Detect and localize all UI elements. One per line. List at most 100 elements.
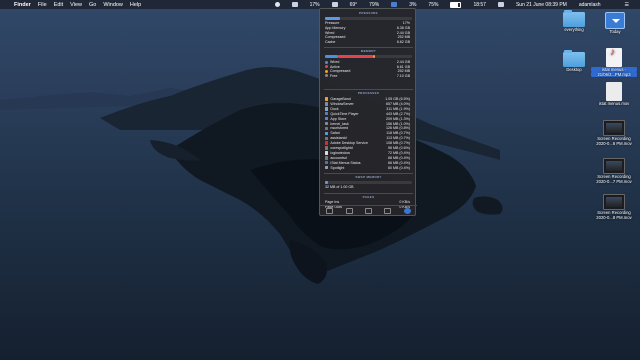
istat-memory-panel: PRESSURE Pressure 17% App Memory 6.38 GB W… (319, 8, 417, 216)
memory-breakdown-name: Compressed (330, 69, 351, 74)
desktop-icon-label: Desktop (566, 67, 582, 72)
divider (324, 193, 413, 194)
process-memory: 60 MB (0.4%) (388, 165, 410, 170)
process-name: WindowServer (330, 101, 354, 106)
pages-section-title: PAGES (362, 195, 375, 199)
process-name: Dock (330, 106, 339, 111)
user-name[interactable]: adamlash (579, 2, 601, 8)
pressure-bar-fill (325, 17, 340, 20)
folder-icon (563, 50, 585, 67)
process-name: QuickTime Player (330, 111, 359, 116)
adobe-icon (325, 141, 329, 145)
memory-breakdown-label: Free (325, 74, 337, 79)
disk-tab-icon[interactable] (364, 207, 372, 214)
appstore-icon (325, 116, 329, 121)
desktop-icon-label-line2: 2020-0...7 PM.mov (596, 179, 632, 184)
desktop-icon-screen-recording[interactable]: Screen Recording 2020-0...6 PM.mov (591, 120, 637, 146)
process-name: nsurlstored (330, 126, 349, 131)
desktop-icon-screen-recording[interactable]: Screen Recording 2020-0...7 PM.mov (591, 158, 637, 184)
network-tab-icon[interactable] (384, 207, 392, 214)
istat-icon (325, 161, 329, 165)
memory-tab-icon[interactable] (345, 207, 353, 214)
divider (324, 173, 413, 174)
process-name: App Store (330, 116, 347, 121)
battery-icon[interactable] (450, 1, 462, 8)
swap-section-title: SWAP MEMORY (355, 175, 382, 179)
process-name: assistantd (330, 136, 347, 141)
safari-icon (325, 131, 329, 136)
pressure-bar (325, 17, 412, 20)
legend-dot-icon (325, 74, 328, 78)
desktop-icon-label: Today (609, 29, 621, 34)
memory-bar-wired (325, 55, 339, 58)
swap-bar (325, 181, 412, 184)
network-status[interactable]: 18:57 (473, 2, 486, 8)
pressure-section-title: PRESSURE (359, 11, 378, 15)
status-circle-icon[interactable] (274, 2, 280, 7)
divider (324, 47, 413, 48)
memory-row-value: 6.62 GB (396, 39, 410, 44)
cpu-tab-icon[interactable] (326, 207, 334, 214)
movie-file-icon (603, 158, 625, 174)
process-name: GarageBand (330, 97, 351, 101)
desktop-icon-label-line2: 2020-0...6 PM.mov (596, 141, 632, 146)
menu-edit[interactable]: Edit (54, 2, 63, 8)
desktop-icon-desktop[interactable]: Desktop (557, 50, 591, 72)
document-icon (606, 82, 622, 101)
panel-footer (320, 205, 417, 215)
menu-go[interactable]: Go (89, 2, 96, 8)
dock-icon (325, 107, 329, 111)
desktop-icon-istat-mov[interactable]: istat menus.mov (591, 82, 637, 106)
memory-row: Cache 6.62 GB (325, 40, 410, 45)
memory-bar-active (338, 55, 373, 58)
music-file-icon (606, 48, 622, 67)
istat-memory-icon[interactable] (391, 2, 398, 7)
desktop-icon-label: everything (564, 27, 584, 32)
menu-file[interactable]: File (38, 2, 47, 8)
battery-status-2[interactable]: 75% (428, 2, 438, 8)
settings-gear-icon[interactable] (403, 207, 411, 214)
desktop-icon-istat-mp3[interactable]: istat menus - 21/06/2...PM.mp3 (591, 48, 637, 77)
memory-breakdown-name: Wired (330, 60, 340, 64)
process-name: loginwindow (330, 150, 350, 155)
divider (324, 89, 413, 90)
clock[interactable]: Sun 21 June 08:39 PM (516, 2, 567, 8)
legend-dot-icon (325, 60, 328, 64)
battery-status-1[interactable]: 79% (369, 2, 379, 8)
menu-window[interactable]: Window (103, 2, 123, 8)
memory-bar-compressed (372, 55, 375, 58)
processes-section-title: PROCESSES (357, 91, 380, 95)
menu-view[interactable]: View (70, 2, 82, 8)
swap-text: 32 MB of 1.00 GB (325, 185, 354, 189)
control-center-icon[interactable]: ☰ (625, 2, 629, 8)
desktop-icon-everything[interactable]: everything (557, 10, 591, 32)
menu-help[interactable]: Help (130, 2, 141, 8)
memory-breakdown-value: 7.10 GB (396, 73, 410, 78)
desktop-icon-label: istat menus.mov (598, 101, 630, 106)
temp-status[interactable]: 69° (350, 2, 358, 8)
memory-status[interactable]: 3% (409, 2, 416, 8)
desktop-icon-today[interactable]: Today (598, 12, 632, 34)
desktop-icon-label-line2: 21/06/2...PM.mp3 (591, 72, 637, 77)
swap-bar-fill (325, 181, 328, 184)
process-name: kernel_task (330, 121, 349, 126)
process-icon (325, 126, 329, 131)
process-name: accountsd (330, 155, 347, 160)
process-name-cell: Spotlight (325, 166, 344, 171)
legend-dot-icon (325, 69, 328, 73)
wifi-icon[interactable] (497, 2, 504, 7)
cpu-status[interactable]: 17% (310, 2, 320, 8)
display-icon[interactable] (291, 2, 298, 7)
quicktime-icon (325, 112, 329, 116)
app-menu-finder[interactable]: Finder (14, 2, 31, 8)
memory-section-title: MEMORY (360, 49, 377, 53)
process-icon (325, 136, 329, 140)
flag-icon[interactable] (331, 2, 338, 7)
process-row[interactable]: Spotlight 60 MB (0.4%) (325, 166, 410, 171)
legend-dot-icon (325, 65, 328, 69)
desktop-icon-screen-recording[interactable]: Screen Recording 2020-0...8 PM.mov (591, 194, 637, 220)
memory-bar (325, 55, 412, 58)
download-icon (605, 12, 625, 29)
movie-file-icon (603, 194, 625, 210)
process-name: Spotlight (330, 165, 345, 170)
